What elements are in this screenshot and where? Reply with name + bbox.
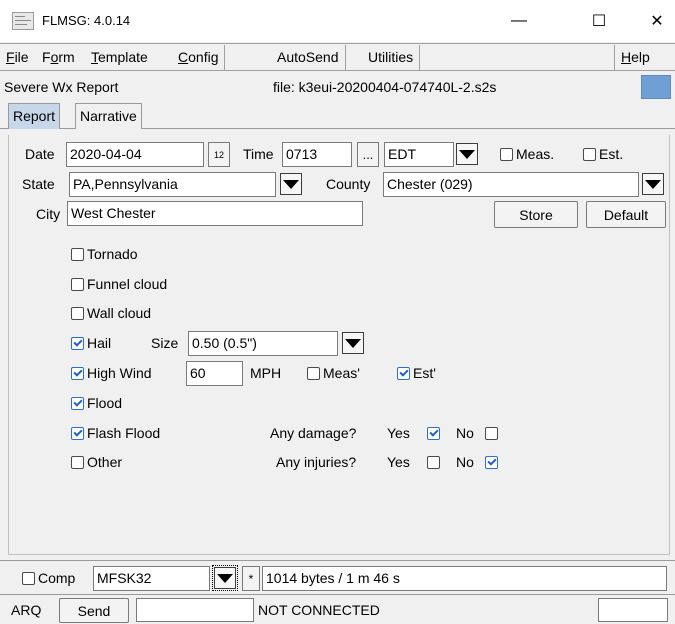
store-button[interactable]: Store	[494, 201, 578, 228]
window-title: FLMSG: 4.0.14	[42, 13, 131, 28]
est-label: Est.	[599, 146, 624, 162]
other-label: Other	[87, 454, 123, 470]
wind-est-checkbox[interactable]	[397, 367, 410, 380]
meas-checkbox[interactable]	[500, 148, 513, 161]
comp-label: Comp	[38, 570, 76, 586]
menu-help[interactable]: Help	[614, 45, 656, 70]
tornado-label: Tornado	[87, 246, 138, 262]
send-button[interactable]: Send	[59, 598, 129, 623]
menu-autosend[interactable]: AutoSend	[271, 45, 346, 70]
funnel-cloud-checkbox[interactable]	[71, 278, 84, 291]
injuries-no-label: No	[456, 454, 474, 470]
damage-no-checkbox[interactable]	[485, 427, 498, 440]
close-button[interactable]: ✕	[635, 0, 675, 42]
tab-narrative[interactable]: Narrative	[75, 103, 142, 129]
wind-meas-checkbox[interactable]	[307, 367, 320, 380]
est-checkbox[interactable]	[583, 148, 596, 161]
tab-report[interactable]: Report	[8, 103, 61, 129]
wind-speed-field[interactable]: 60	[186, 361, 243, 386]
menu-template[interactable]: Template	[85, 45, 154, 70]
menu-config[interactable]: Config	[172, 45, 226, 70]
county-label: County	[326, 176, 371, 192]
file-name: file: k3eui-20200404-074740L-2.s2s	[273, 79, 497, 95]
minimize-button[interactable]: —	[497, 0, 541, 42]
county-dropdown-icon[interactable]	[642, 173, 664, 195]
county-field[interactable]: Chester (029)	[383, 172, 639, 197]
mode-dropdown-icon[interactable]	[212, 565, 238, 591]
high-wind-label: High Wind	[87, 365, 152, 381]
damage-label: Any damage?	[270, 425, 357, 441]
city-label: City	[36, 206, 61, 222]
flood-checkbox[interactable]	[71, 397, 84, 410]
wind-meas-label: Meas'	[323, 365, 360, 381]
comp-checkbox[interactable]	[22, 572, 35, 585]
flash-flood-label: Flash Flood	[87, 425, 161, 441]
arq-label: ARQ	[11, 602, 42, 618]
state-dropdown-icon[interactable]	[280, 173, 302, 195]
date-field[interactable]: 2020-04-04	[66, 142, 204, 167]
state-label: State	[22, 176, 55, 192]
menu-file[interactable]: File	[0, 45, 35, 70]
damage-no-label: No	[456, 425, 474, 441]
flash-flood-checkbox[interactable]	[71, 427, 84, 440]
mode-field[interactable]: MFSK32	[93, 566, 210, 591]
injuries-no-checkbox[interactable]	[485, 456, 498, 469]
wall-cloud-checkbox[interactable]	[71, 307, 84, 320]
hail-checkbox[interactable]	[71, 337, 84, 350]
star-button[interactable]: *	[242, 566, 260, 591]
menu-utilities[interactable]: Utilities	[362, 45, 421, 70]
injuries-label: Any injuries?	[276, 454, 357, 470]
other-checkbox[interactable]	[71, 456, 84, 469]
app-icon	[12, 12, 34, 30]
default-button[interactable]: Default	[586, 201, 666, 228]
form-name: Severe Wx Report	[4, 79, 119, 95]
menu-bar: File Form Template Config AutoSend Utili…	[0, 43, 675, 71]
status-field	[136, 598, 254, 622]
injuries-yes-label: Yes	[387, 454, 410, 470]
state-field[interactable]: PA,Pennsylvania	[69, 172, 276, 197]
timezone-field[interactable]: EDT	[384, 142, 454, 167]
hail-label: Hail	[87, 335, 112, 351]
city-field[interactable]: West Chester	[67, 201, 363, 226]
hail-size-field[interactable]: 0.50 (0.5")	[188, 331, 338, 356]
time-label: Time	[243, 146, 274, 162]
date-label: Date	[25, 146, 55, 162]
transfer-size-field: 1014 bytes / 1 m 46 s	[262, 566, 667, 591]
hail-size-dropdown-icon[interactable]	[342, 332, 364, 354]
wind-unit-label: MPH	[250, 365, 282, 381]
wall-cloud-label: Wall cloud	[87, 305, 152, 321]
time-field[interactable]: 0713	[282, 142, 352, 167]
maximize-button[interactable]: ☐	[577, 0, 621, 42]
divider	[0, 594, 675, 595]
menu-form[interactable]: Form	[36, 45, 81, 70]
injuries-yes-checkbox[interactable]	[427, 456, 440, 469]
status-indicator	[641, 75, 671, 99]
connection-status: NOT CONNECTED	[258, 602, 380, 618]
divider	[0, 560, 675, 561]
timezone-dropdown-icon[interactable]	[456, 143, 478, 165]
wind-est-label: Est'	[413, 365, 436, 381]
meas-label: Meas.	[516, 146, 555, 162]
tornado-checkbox[interactable]	[71, 248, 84, 261]
title-bar: FLMSG: 4.0.14 — ☐ ✕	[0, 0, 675, 42]
high-wind-checkbox[interactable]	[71, 367, 84, 380]
funnel-cloud-label: Funnel cloud	[87, 276, 168, 292]
hail-size-label: Size	[151, 335, 179, 351]
calendar-icon[interactable]: 12	[208, 142, 230, 167]
damage-yes-checkbox[interactable]	[427, 427, 440, 440]
flood-label: Flood	[87, 395, 123, 411]
progress-field	[598, 598, 668, 622]
time-now-button[interactable]: ...	[357, 142, 379, 167]
damage-yes-label: Yes	[387, 425, 410, 441]
